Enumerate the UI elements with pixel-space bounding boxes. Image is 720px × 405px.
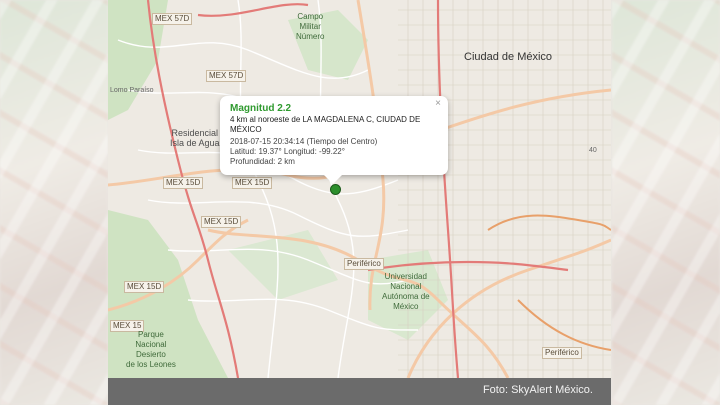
road-label-mex15d: MEX 15D xyxy=(232,177,273,189)
place-label-campo-militar: Campo Militar Número xyxy=(296,12,325,41)
place-label-residencial: Residencial Isla de Agua xyxy=(170,128,220,148)
magnitude-title: Magnitud 2.2 xyxy=(230,103,292,114)
caption-bar: Foto: SkyAlert México. xyxy=(108,378,611,405)
road-label-mex15d: MEX 15D xyxy=(124,281,165,293)
road-label-mex57d: MEX 57D xyxy=(206,70,247,82)
earthquake-info-popup: × Magnitud 2.2 4 km al noroeste de LA MA… xyxy=(220,96,448,184)
road-label-mex15d: MEX 15D xyxy=(201,216,242,228)
event-depth: Profundidad: 2 km xyxy=(230,157,295,166)
photo-credit: Foto: SkyAlert México. xyxy=(482,384,593,396)
close-icon[interactable]: × xyxy=(435,99,441,109)
event-coordinates: Latitud: 19.37° Longitud: -99.22° xyxy=(230,147,345,156)
location-description: 4 km al noroeste de LA MAGDALENA C, CIUD… xyxy=(230,115,421,134)
road-label-periferico: Periférico xyxy=(542,347,582,359)
road-label-mex15d: MEX 15D xyxy=(163,177,204,189)
popup-tail xyxy=(324,175,342,184)
earthquake-marker[interactable] xyxy=(330,184,341,195)
ring-roads xyxy=(487,214,611,351)
road-label-periferico: Periférico xyxy=(344,258,384,270)
place-label-unam: Universidad Nacional Autónoma de México xyxy=(382,272,430,311)
city-label: Ciudad de México xyxy=(464,51,553,63)
blurred-background-right xyxy=(612,0,720,405)
place-label-lomo-paraiso: Lomo Paraíso xyxy=(110,87,154,94)
map[interactable]: MEX 57D MEX 57D MEX 15D MEX 15D MEX 15D … xyxy=(108,0,611,405)
place-label-parque: Parque Nacional Desierto de los Leones xyxy=(126,330,176,369)
event-datetime: 2018-07-15 20:34:14 (Tiempo del Centro) xyxy=(230,137,378,146)
route-number-label: 40 xyxy=(589,147,597,154)
road-label-mex57d: MEX 57D xyxy=(152,13,193,25)
blurred-background-left xyxy=(0,0,108,405)
